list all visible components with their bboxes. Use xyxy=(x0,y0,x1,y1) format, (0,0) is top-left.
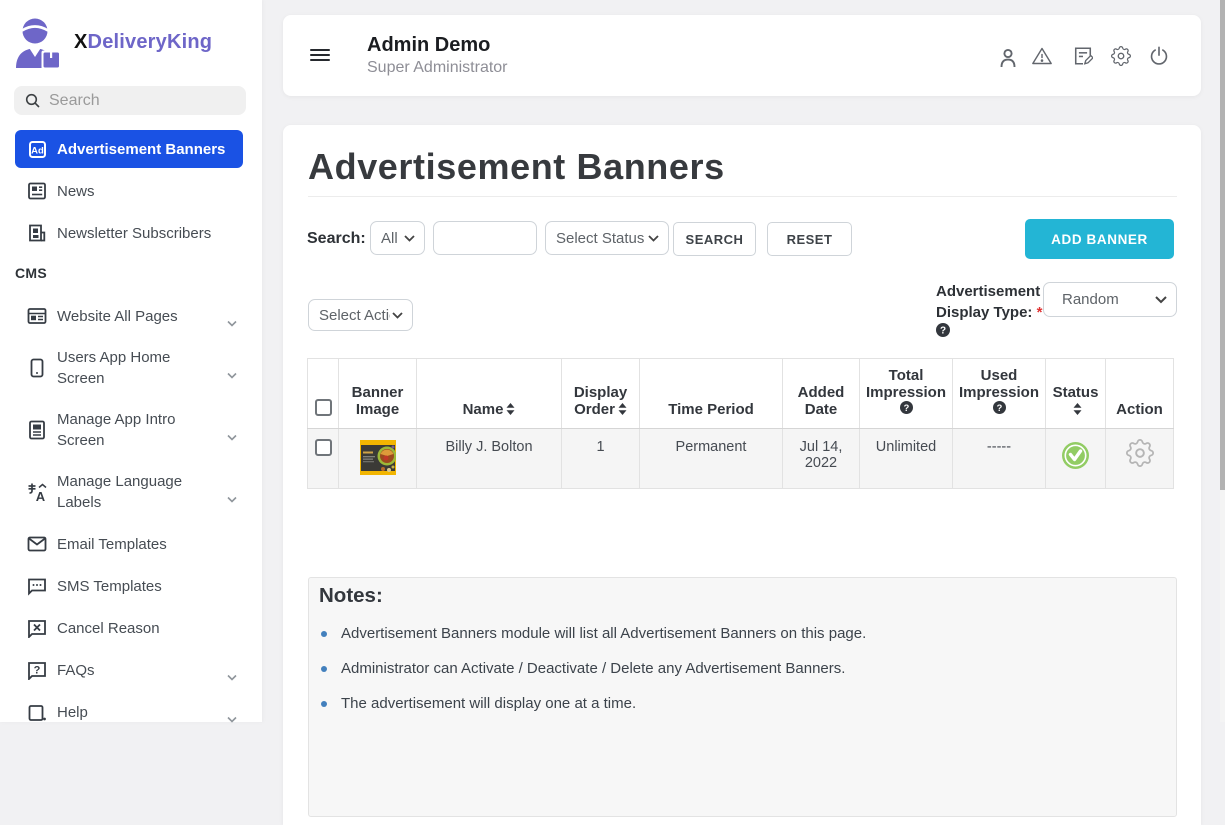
svg-text:?: ? xyxy=(903,403,909,413)
svg-text:?: ? xyxy=(940,326,946,337)
svg-text:?: ? xyxy=(34,665,41,677)
svg-text:?: ? xyxy=(996,403,1002,413)
svg-text:A: A xyxy=(36,489,46,502)
svg-text:Ad: Ad xyxy=(31,145,44,156)
